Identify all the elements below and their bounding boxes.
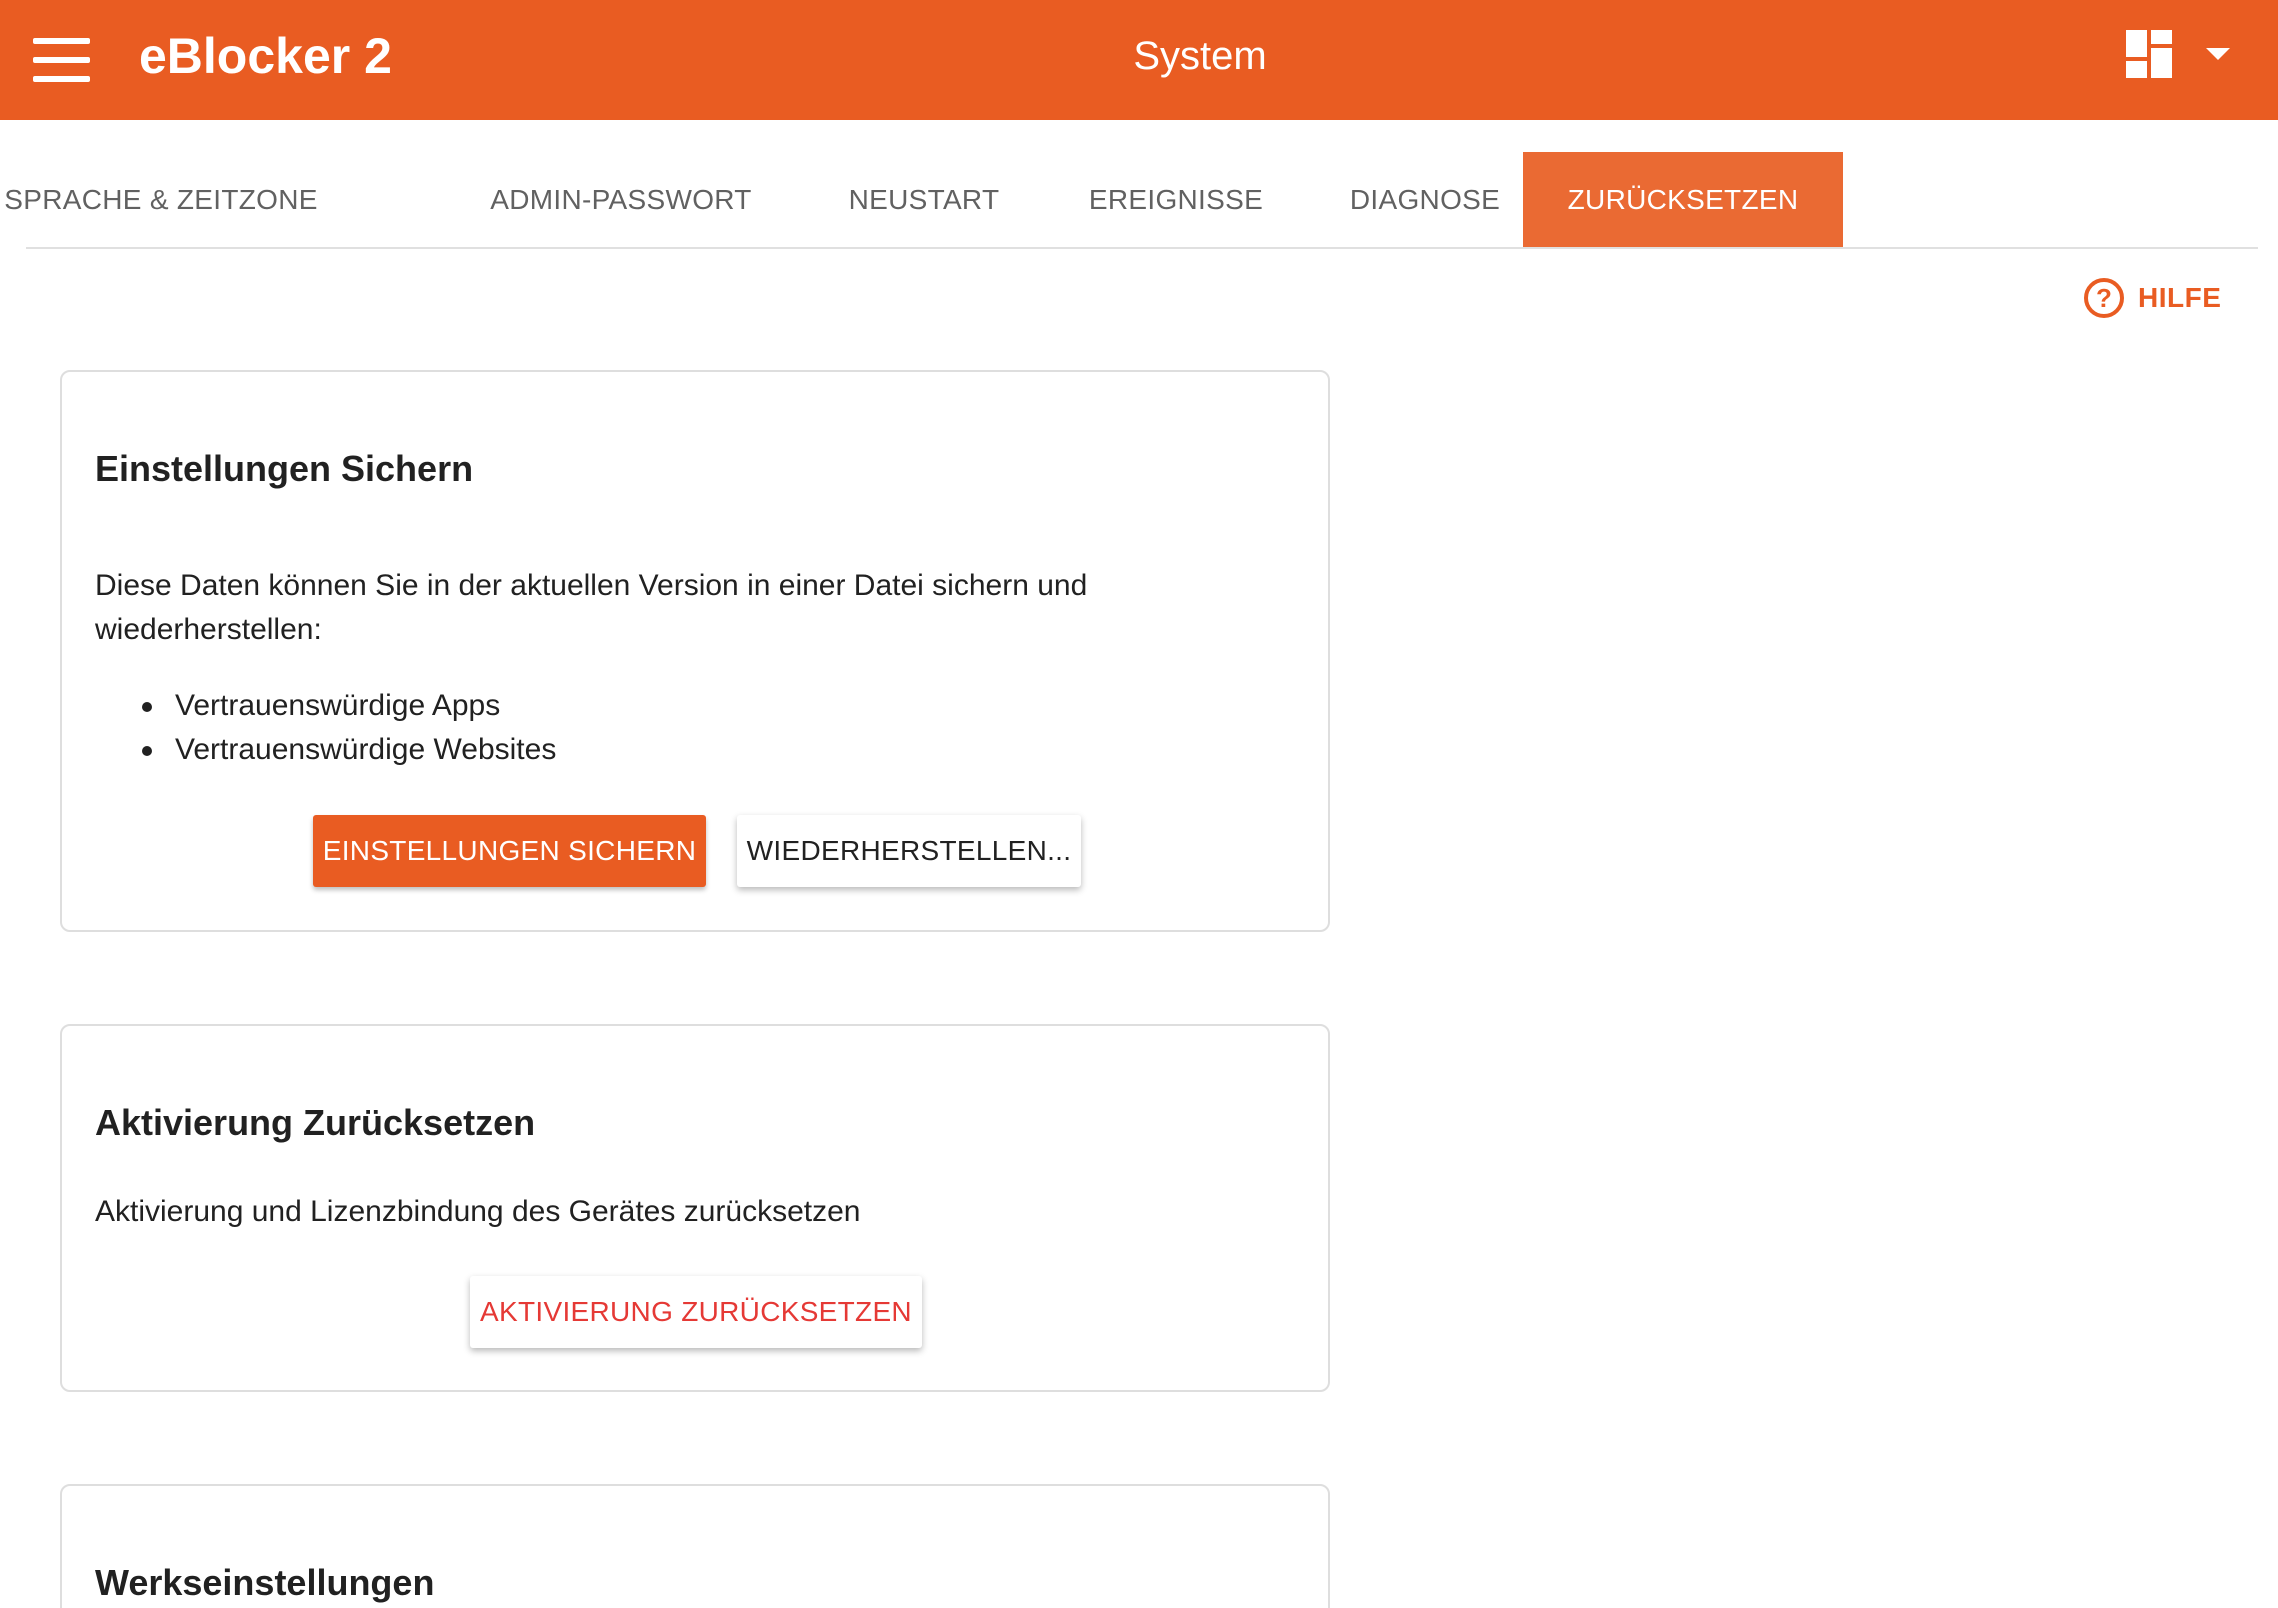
reset-activation-button[interactable]: AKTIVIERUNG ZURÜCKSETZEN	[470, 1276, 922, 1348]
page-title: System	[1133, 34, 1267, 78]
list-item: Vertrauenswürdige Websites	[142, 728, 556, 772]
activation-card-title: Aktivierung Zurücksetzen	[95, 1102, 536, 1143]
backup-card-description: Diese Daten können Sie in der aktuellen …	[95, 569, 1088, 646]
help-button[interactable]: ? HILFE	[2084, 276, 2221, 320]
factory-card-title: Werkseinstellungen	[95, 1562, 435, 1603]
app-title: eBlocker 2	[139, 28, 392, 84]
app-root: eBlocker 2 System SPRACHE & ZEITZONE ADM…	[0, 0, 2278, 1608]
tab-diagnose[interactable]: DIAGNOSE	[1300, 152, 1550, 247]
tab-neustart[interactable]: NEUSTART	[796, 152, 1052, 247]
dashboard-icon[interactable]	[2126, 30, 2172, 78]
tab-bar: SPRACHE & ZEITZONE ADMIN-PASSWORT NEUSTA…	[4, 152, 2258, 249]
help-circle-icon: ?	[2084, 278, 2124, 318]
list-item: Vertrauenswürdige Apps	[142, 684, 556, 728]
menu-icon[interactable]	[30, 30, 94, 90]
backup-card-title: Einstellungen Sichern	[95, 448, 474, 489]
top-app-bar: eBlocker 2 System	[0, 0, 2278, 120]
save-settings-button[interactable]: EINSTELLUNGEN SICHERN	[313, 815, 706, 887]
tab-ereignisse[interactable]: EREIGNISSE	[1054, 152, 1298, 247]
backup-settings-card: Einstellungen Sichern Diese Daten können…	[60, 370, 1330, 932]
tab-zuruecksetzen[interactable]: ZURÜCKSETZEN	[1523, 152, 1843, 247]
tab-sprache-zeitzone[interactable]: SPRACHE & ZEITZONE	[4, 152, 317, 247]
activation-card-description: Aktivierung und Lizenzbindung des Geräte…	[95, 1195, 861, 1228]
tab-admin-passwort[interactable]: ADMIN-PASSWORT	[448, 152, 794, 247]
backup-items-list: Vertrauenswürdige Apps Vertrauenswürdige…	[142, 684, 556, 772]
help-label: HILFE	[2138, 282, 2222, 313]
caret-down-icon[interactable]	[2206, 48, 2230, 60]
factory-settings-card: Werkseinstellungen	[60, 1484, 1330, 1608]
activation-reset-card: Aktivierung Zurücksetzen Aktivierung und…	[60, 1024, 1330, 1392]
restore-button[interactable]: WIEDERHERSTELLEN...	[737, 815, 1081, 887]
